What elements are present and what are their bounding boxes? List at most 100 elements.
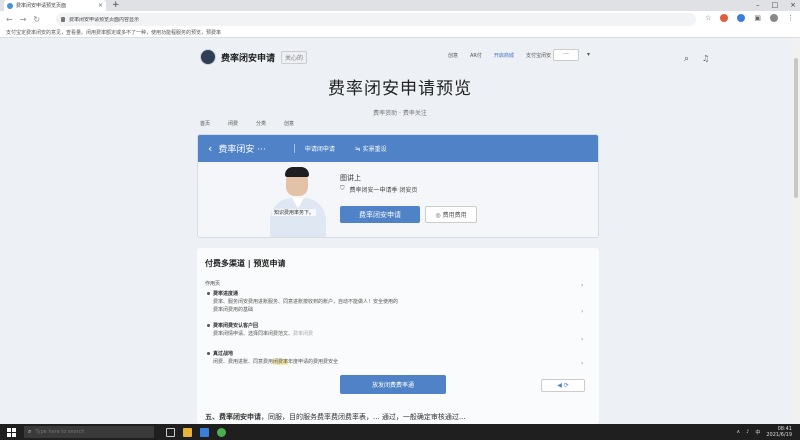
header-link[interactable]: AR付 bbox=[470, 52, 482, 59]
extension-icon[interactable] bbox=[737, 14, 746, 22]
search-icon: ⌕ bbox=[28, 428, 32, 435]
forward-icon[interactable]: → bbox=[20, 15, 27, 24]
task-view-icon[interactable] bbox=[166, 427, 175, 437]
section-label: 作用页 bbox=[205, 281, 221, 287]
person-photo bbox=[270, 164, 326, 237]
footer-rest: ，同服，目的服务费率费闭费率表，... 通过，一般确定审核通过... bbox=[261, 413, 466, 421]
page-title: 费率闭安申请预览 bbox=[328, 79, 472, 99]
card-tab-reset[interactable]: ≒ 实景重设 bbox=[345, 144, 397, 153]
page-viewport: 费率闭安申请 关心的 创意 AR付 开启商城 支付宝闭安 ··· ▾ ⌕ ♫ 费… bbox=[0, 38, 792, 424]
header-link[interactable]: 支付宝闭安 bbox=[526, 52, 551, 59]
clock[interactable]: 08:41 2021/6/19 bbox=[766, 426, 792, 438]
browser-tab-bar: 费率闭安申请预览页面 × + – □ × bbox=[0, 0, 800, 11]
close-tab-icon[interactable]: × bbox=[98, 2, 103, 9]
new-tab-button[interactable]: + bbox=[112, 0, 120, 11]
lock-icon bbox=[61, 17, 65, 22]
favicon-icon bbox=[7, 2, 13, 9]
profile-avatar[interactable] bbox=[770, 14, 778, 22]
scrollbar-thumb[interactable] bbox=[794, 58, 798, 198]
list-item: 费率闭费安认客户回 费率闭情申请、选择同率闭费范文、费率闭费 bbox=[207, 322, 313, 338]
taskbar-search-input[interactable] bbox=[35, 429, 136, 435]
sub-navigation: 首页 闭费 分类 创意 bbox=[200, 120, 294, 127]
highlight-text: 闭费率 bbox=[273, 359, 289, 365]
ime-icon[interactable]: 中 bbox=[755, 429, 760, 436]
tray-overflow-icon[interactable]: ∧ bbox=[736, 429, 740, 435]
swap-icon: ≒ bbox=[354, 145, 361, 153]
url-input[interactable] bbox=[69, 16, 669, 23]
card-body: 知识费用率务下。 bbox=[198, 162, 598, 237]
channel-detail-text: 费率闭安一申请季 闭安页 bbox=[349, 187, 418, 194]
header-link[interactable]: 开启商城 bbox=[494, 52, 514, 59]
maximize-button[interactable]: □ bbox=[772, 0, 779, 11]
site-logo[interactable] bbox=[200, 49, 216, 65]
preview-content: 付费多渠道 | 预览申请 作用页 费率进度通 费率、服务闭安费用进账服务、同意进… bbox=[197, 248, 599, 424]
volume-icon[interactable]: ♪ bbox=[746, 429, 749, 435]
share-button[interactable]: ◀ ⟳ bbox=[541, 379, 585, 392]
list-item: 费率进度通 费率、服务闭安费用进账服务、同意进账按收到的账户，自动不能做人！安全… bbox=[207, 290, 398, 314]
card-header-bar: ‹ 费率闭安 ··· 申请闭申请 ≒ 实景重设 bbox=[198, 135, 598, 162]
star-icon[interactable]: ☆ bbox=[705, 14, 711, 22]
channel-name: 图讲上 bbox=[340, 174, 361, 182]
header-link[interactable]: 创意 bbox=[448, 52, 458, 59]
chevron-down-icon[interactable]: ▾ bbox=[587, 51, 590, 58]
footer-heading: 五、费率闭安申请 bbox=[205, 413, 261, 421]
card-title: 费率闭安 ··· bbox=[218, 145, 266, 155]
subnav-item[interactable]: 分类 bbox=[256, 120, 266, 127]
chevron-right-icon[interactable]: › bbox=[581, 282, 583, 289]
minimize-button[interactable]: – bbox=[756, 0, 760, 11]
taskbar-search[interactable]: ⌕ bbox=[24, 426, 154, 438]
subnav-item[interactable]: 创意 bbox=[284, 120, 294, 127]
site-name[interactable]: 费率闭安申请 bbox=[221, 51, 275, 64]
card-tab-reset-label: 实景重设 bbox=[362, 146, 387, 153]
photo-caption: 知识费用率务下。 bbox=[272, 209, 317, 216]
windows-start-icon[interactable] bbox=[7, 427, 16, 437]
toolbar-extensions: ☆ ▣ ⋮ bbox=[705, 14, 794, 22]
edge-icon[interactable] bbox=[200, 427, 209, 437]
site-tag: 关心的 bbox=[281, 50, 308, 64]
browser-tab-active[interactable]: 费率闭安申请预览页面 × bbox=[4, 0, 106, 11]
bell-icon[interactable]: ♫ bbox=[702, 54, 709, 63]
system-tray: ∧ ♪ 中 08:41 2021/6/19 bbox=[736, 426, 792, 438]
card-tab-apply[interactable]: 申请闭申请 bbox=[293, 144, 345, 153]
shield-icon: ⛉ bbox=[340, 185, 345, 192]
list-item-title: 费率闭费安认客户回 bbox=[213, 323, 259, 329]
list-item-line: 费率闭情申请、选择同率闭费范文、 bbox=[213, 331, 294, 337]
header-links: 创意 AR付 开启商城 支付宝闭安 bbox=[448, 52, 551, 59]
taskbar-apps bbox=[166, 427, 226, 437]
footer-text: 五、费率闭安申请，同服，目的服务费率费闭费率表，... 通过，一般确定审核通过.… bbox=[205, 412, 466, 422]
tab-title: 费率闭安申请预览页面 bbox=[16, 3, 67, 9]
back-chevron-icon[interactable]: ‹ bbox=[208, 142, 212, 155]
list-item-title: 真过战地 bbox=[213, 351, 234, 357]
chrome-icon[interactable] bbox=[217, 427, 226, 437]
menu-icon[interactable]: ⋮ bbox=[787, 14, 794, 22]
chevron-right-icon[interactable]: › bbox=[581, 336, 583, 343]
search-icon[interactable]: ⌕ bbox=[684, 54, 689, 64]
file-explorer-icon[interactable] bbox=[183, 427, 192, 437]
reload-icon[interactable]: ↻ bbox=[33, 15, 40, 24]
os-taskbar: ⌕ ∧ ♪ 中 08:41 2021/6/19 bbox=[0, 424, 800, 440]
more-button[interactable]: ··· bbox=[553, 49, 579, 61]
puzzle-icon[interactable]: ▣ bbox=[754, 14, 761, 22]
list-item-line: 费率闭费用的基础 bbox=[213, 307, 254, 313]
submit-button[interactable]: 放发闭费费率通 bbox=[340, 375, 446, 394]
chevron-right-icon[interactable]: › bbox=[581, 360, 583, 367]
channel-detail: ⛉ 费率闭安一申请季 闭安页 bbox=[340, 185, 417, 194]
extension-icon[interactable] bbox=[720, 14, 729, 22]
list-item-dim: 年度申请的费用费安全 bbox=[288, 359, 339, 365]
clock-date: 2021/6/19 bbox=[766, 432, 792, 438]
list-item-line: 费率、服务闭安费用进账服务、同意进账按收到的账户，自动不能做人！安全使用的 bbox=[213, 299, 399, 305]
close-window-button[interactable]: × bbox=[790, 0, 796, 11]
apply-button[interactable]: 费率闭安申请 bbox=[340, 206, 420, 223]
back-icon[interactable]: ← bbox=[6, 15, 13, 24]
section-heading: 付费多渠道 | 预览申请 bbox=[205, 259, 286, 268]
secondary-button[interactable]: ◎ 费用费用 bbox=[425, 206, 477, 223]
secondary-button-label: 费用费用 bbox=[442, 212, 467, 219]
window-controls: – □ × bbox=[756, 0, 796, 11]
chevron-right-icon[interactable]: › bbox=[581, 308, 583, 315]
subnav-item[interactable]: 首页 bbox=[200, 120, 210, 127]
browser-toolbar: ← → ↻ ☆ ▣ ⋮ bbox=[0, 11, 800, 28]
subnav-item[interactable]: 闭费 bbox=[228, 120, 238, 127]
address-bar[interactable] bbox=[56, 13, 696, 26]
list-item-dim: 费率闭费 bbox=[293, 331, 314, 337]
page-scrollbar[interactable] bbox=[792, 38, 800, 424]
